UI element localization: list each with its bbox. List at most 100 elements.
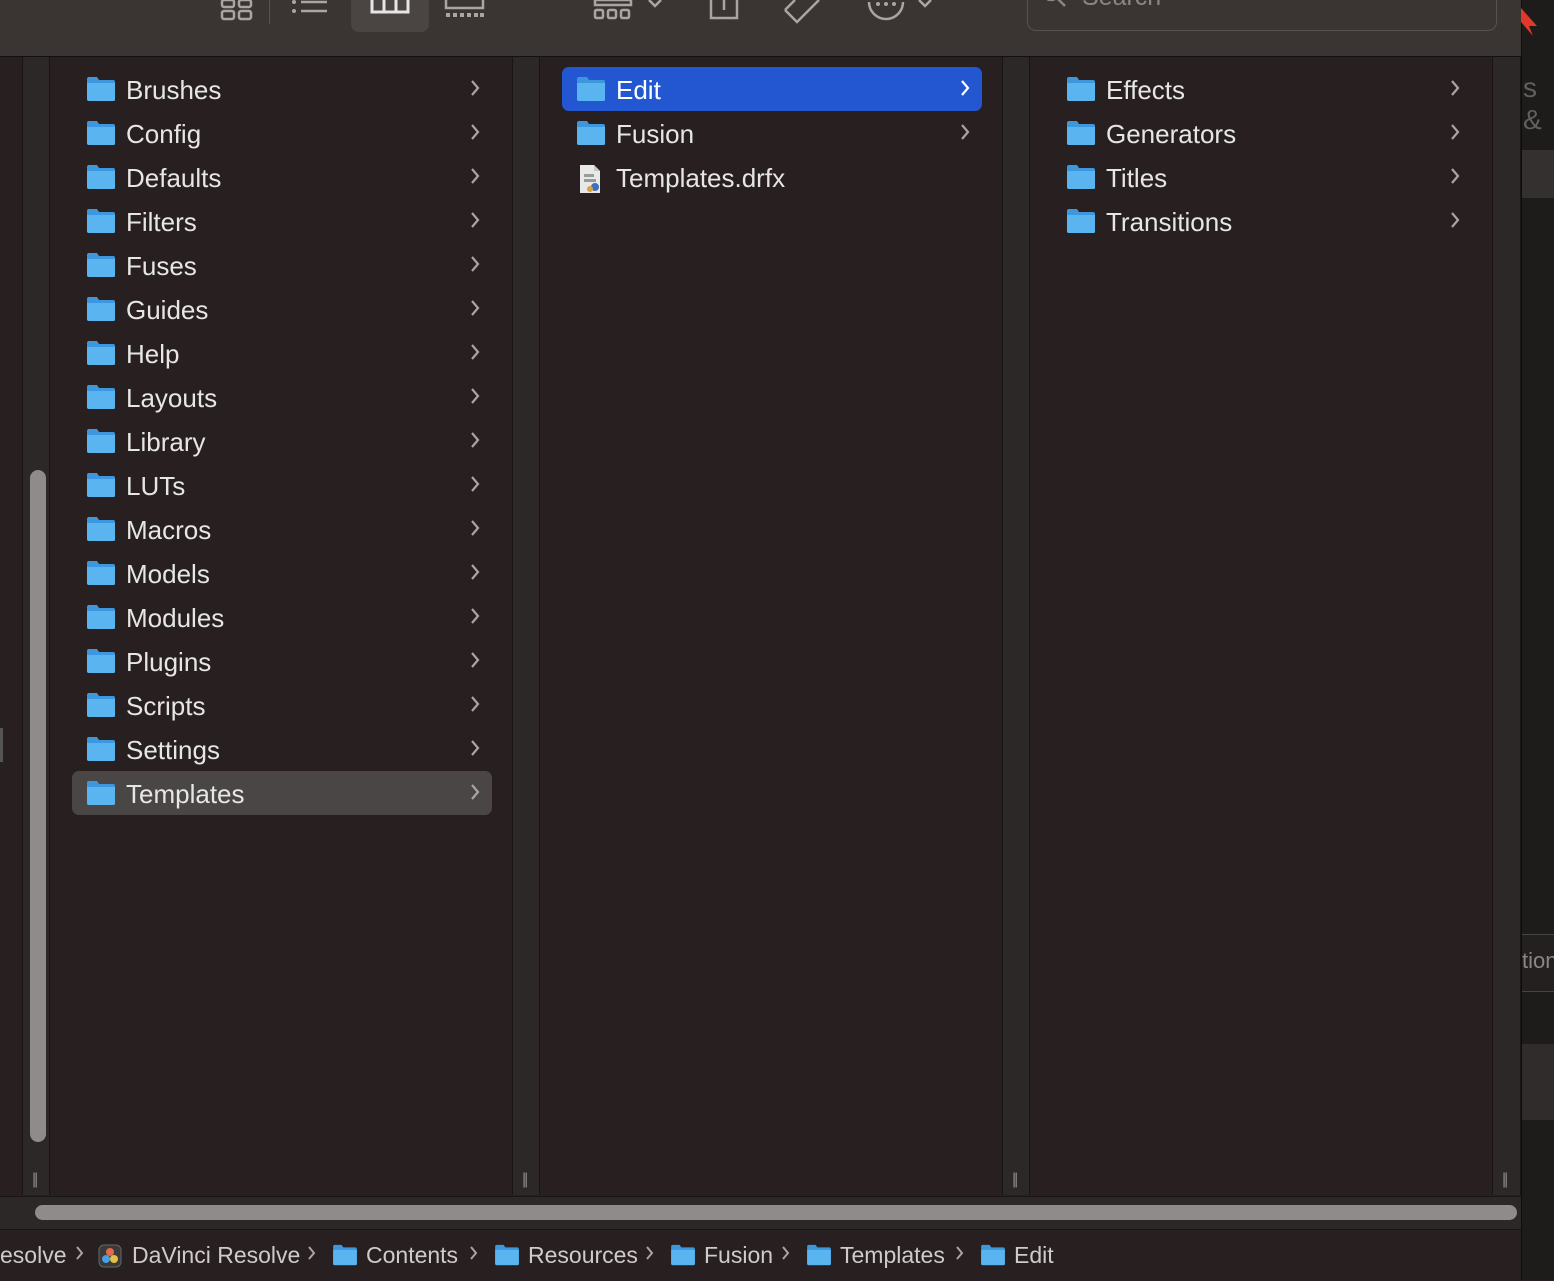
- folder-row[interactable]: LUTs: [72, 463, 492, 507]
- horizontal-scroll-thumb[interactable]: [35, 1205, 1517, 1220]
- folder-icon: [332, 1244, 358, 1271]
- column-view-button[interactable]: [351, 0, 429, 32]
- item-label: Settings: [126, 735, 220, 765]
- chevron-right-icon: [1448, 210, 1462, 235]
- folder-row[interactable]: Templates: [72, 771, 492, 815]
- search-field[interactable]: Search: [1027, 0, 1497, 31]
- folder-icon: [1066, 120, 1096, 151]
- folder-row[interactable]: Help: [72, 331, 492, 375]
- folder-row[interactable]: Settings: [72, 727, 492, 771]
- search-input[interactable]: Search: [1082, 0, 1161, 12]
- item-label: Library: [126, 427, 206, 457]
- breadcrumb-item[interactable]: Resources: [528, 1242, 638, 1269]
- breadcrumb-separator-icon: [954, 1242, 966, 1270]
- folder-row[interactable]: Modules: [72, 595, 492, 639]
- folder-row[interactable]: Brushes: [72, 67, 492, 111]
- chevron-right-icon: [468, 386, 482, 411]
- breadcrumb-item[interactable]: Templates: [840, 1242, 945, 1269]
- folder-row[interactable]: Fusion: [562, 111, 982, 155]
- share-icon[interactable]: [707, 0, 741, 27]
- folder-row[interactable]: Library: [72, 419, 492, 463]
- column-2: Edit Fusion Templates.drfx: [540, 57, 1002, 1195]
- breadcrumb-item[interactable]: Edit: [1014, 1242, 1054, 1269]
- gallery-view-icon[interactable]: [444, 0, 486, 25]
- chevron-right-icon: [468, 518, 482, 543]
- breadcrumb-item[interactable]: esolve: [0, 1242, 66, 1269]
- item-label: Fusion: [616, 119, 695, 149]
- item-label: Guides: [126, 295, 209, 325]
- breadcrumb-item[interactable]: Fusion: [704, 1242, 773, 1269]
- item-label: Fuses: [126, 251, 197, 281]
- item-label: Generators: [1106, 119, 1237, 149]
- column-resize-handle[interactable]: ||: [522, 1171, 528, 1189]
- folder-row[interactable]: Titles: [1052, 155, 1472, 199]
- folder-row[interactable]: Macros: [72, 507, 492, 551]
- folder-icon: [86, 560, 116, 591]
- chevron-right-icon: [1448, 166, 1462, 191]
- folder-icon: [86, 252, 116, 283]
- breadcrumb-item[interactable]: Contents: [366, 1242, 458, 1269]
- folder-icon: [86, 604, 116, 635]
- icon-view-icon[interactable]: [220, 0, 254, 27]
- item-label: Transitions: [1106, 207, 1233, 237]
- folder-icon: [86, 428, 116, 459]
- folder-icon: [86, 164, 116, 195]
- folder-row[interactable]: Config: [72, 111, 492, 155]
- folder-row[interactable]: Models: [72, 551, 492, 595]
- folder-row[interactable]: Generators: [1052, 111, 1472, 155]
- background-window-edge: s & tion: [1521, 0, 1554, 1280]
- list-view-icon[interactable]: [291, 0, 329, 25]
- chevron-right-icon: [958, 122, 972, 147]
- item-label: Edit: [616, 75, 661, 105]
- folder-icon: [980, 1244, 1006, 1271]
- chevron-right-icon: [468, 166, 482, 191]
- background-window-text: s &: [1523, 72, 1542, 135]
- folder-row[interactable]: Scripts: [72, 683, 492, 727]
- group-icon[interactable]: [593, 0, 665, 27]
- folder-row[interactable]: Fuses: [72, 243, 492, 287]
- chevron-right-icon: [1448, 122, 1462, 147]
- folder-row[interactable]: Plugins: [72, 639, 492, 683]
- chevron-right-icon: [468, 430, 482, 455]
- tag-icon[interactable]: [781, 0, 823, 29]
- column-view-icon: [370, 0, 410, 14]
- column-resize-handle[interactable]: ||: [1502, 1171, 1508, 1189]
- path-bar: esolve DaVinci Resolve Contents Resources Fu…: [0, 1229, 1521, 1281]
- column-resize-handle[interactable]: ||: [1012, 1171, 1018, 1189]
- folder-row[interactable]: Filters: [72, 199, 492, 243]
- folder-row[interactable]: Effects: [1052, 67, 1472, 111]
- folder-row[interactable]: Edit: [562, 67, 982, 111]
- folder-row[interactable]: Guides: [72, 287, 492, 331]
- folder-row[interactable]: Defaults: [72, 155, 492, 199]
- chevron-right-icon: [1448, 78, 1462, 103]
- column-resize-handle[interactable]: ||: [32, 1171, 38, 1189]
- folder-icon: [1066, 164, 1096, 195]
- breadcrumb-item[interactable]: DaVinci Resolve: [132, 1242, 300, 1269]
- chevron-right-icon: [468, 122, 482, 147]
- background-panel: [1522, 150, 1554, 198]
- folder-icon: [86, 340, 116, 371]
- folder-icon: [806, 1244, 832, 1271]
- chevron-right-icon: [468, 474, 482, 499]
- breadcrumb-separator-icon: [74, 1242, 86, 1270]
- vertical-scrollbar[interactable]: [30, 470, 46, 1142]
- item-label: Layouts: [126, 383, 218, 413]
- item-label: Defaults: [126, 163, 222, 193]
- chevron-right-icon: [468, 342, 482, 367]
- folder-row[interactable]: Layouts: [72, 375, 492, 419]
- chevron-right-icon: [468, 298, 482, 323]
- column-divider: ||: [1492, 57, 1521, 1195]
- column-divider: ||: [1002, 57, 1030, 1195]
- item-label: Templates: [126, 779, 245, 809]
- more-icon[interactable]: [867, 0, 939, 27]
- folder-row[interactable]: Transitions: [1052, 199, 1472, 243]
- item-label: Config: [126, 119, 202, 149]
- chevron-right-icon: [468, 606, 482, 631]
- folder-icon: [86, 76, 116, 107]
- item-label: Effects: [1106, 75, 1186, 105]
- folder-icon: [86, 296, 116, 327]
- document-icon: [576, 164, 604, 199]
- item-label: Models: [126, 559, 210, 589]
- file-row[interactable]: Templates.drfx: [562, 155, 982, 199]
- sidebar-edge-marker: [0, 728, 3, 762]
